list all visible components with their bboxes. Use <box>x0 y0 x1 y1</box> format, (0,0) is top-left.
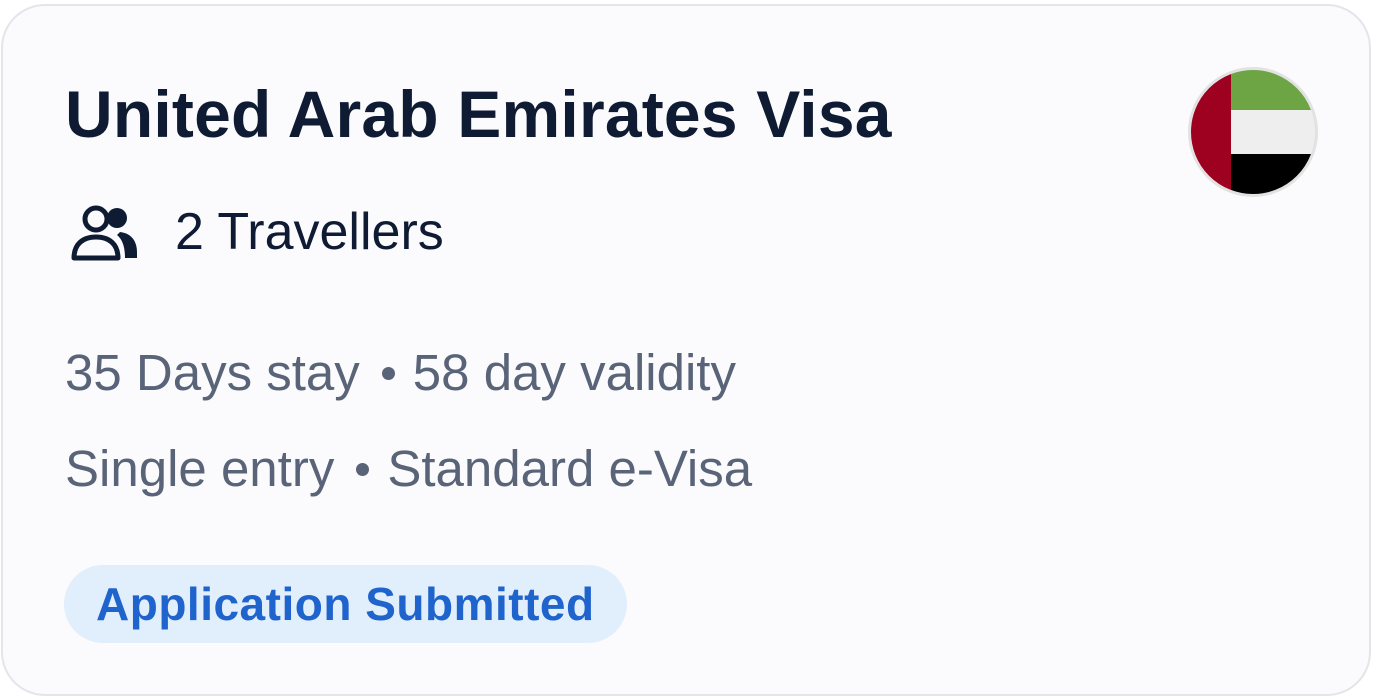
visa-card[interactable]: United Arab Emirates Visa 2 Travellers 3… <box>1 4 1371 696</box>
visa-validity: 58 day validity <box>412 344 736 401</box>
status-badge: Application Submitted <box>64 565 627 643</box>
travellers-row: 2 Travellers <box>69 200 444 264</box>
separator-dot <box>356 463 370 477</box>
entry-type-line: Single entry Standard e-Visa <box>65 439 752 499</box>
travellers-count: 2 Travellers <box>175 203 444 261</box>
users-icon <box>71 205 137 261</box>
visa-title: United Arab Emirates Visa <box>65 77 892 151</box>
visa-type: Standard e-Visa <box>387 440 753 497</box>
stay-duration: 35 Days stay <box>65 344 360 401</box>
stay-validity-line: 35 Days stay 58 day validity <box>65 343 736 403</box>
entry-type: Single entry <box>65 440 335 497</box>
uae-flag-icon <box>1188 67 1318 197</box>
separator-dot <box>381 367 395 381</box>
